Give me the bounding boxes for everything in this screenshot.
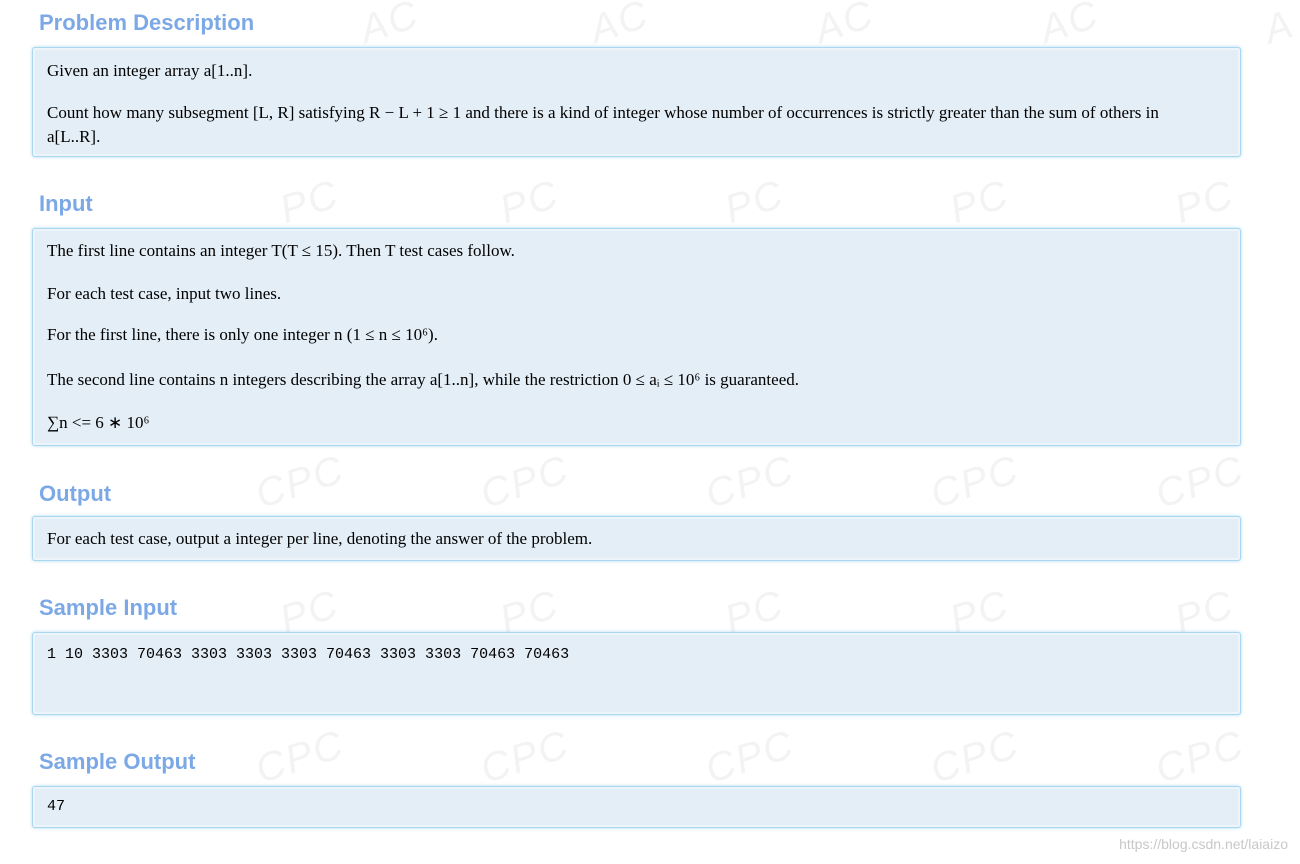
watermark: AC: [809, 0, 880, 53]
watermark: CPC: [925, 447, 1025, 517]
watermark: PC: [274, 171, 345, 233]
source-credit: https://blog.csdn.net/laiaizo: [1119, 836, 1288, 852]
sample-output-text: 47: [47, 798, 66, 815]
watermark: A: [1258, 1, 1300, 53]
watermark: CPC: [475, 722, 575, 792]
input-line: The second line contains n integers desc…: [47, 370, 799, 389]
watermark: CPC: [250, 722, 350, 792]
sample-output-title: Sample Output: [39, 749, 196, 774]
sample-input-title: Sample Input: [39, 595, 178, 620]
input-box: The first line contains an integer T(T ≤…: [32, 228, 1241, 446]
description-line: Count how many subsegment [L, R] satisfy…: [47, 103, 1159, 122]
input-line: The first line contains an integer T(T ≤…: [47, 241, 515, 260]
output-title: Output: [39, 481, 112, 506]
description-line: Given an integer array a[1..n].: [47, 61, 253, 80]
watermark: AC: [354, 0, 425, 53]
watermark: PC: [1169, 171, 1240, 233]
watermark: CPC: [700, 722, 800, 792]
watermark: AC: [584, 0, 655, 53]
description-line: a[L..R].: [47, 127, 101, 146]
watermark: PC: [944, 171, 1015, 233]
problem-description-box: Given an integer array a[1..n]. Count ho…: [32, 47, 1241, 157]
watermark: CPC: [925, 722, 1025, 792]
watermark: PC: [719, 171, 790, 233]
watermark: CPC: [700, 447, 800, 517]
input-line: For each test case, input two lines.: [47, 284, 282, 303]
sample-output-box: 47: [32, 786, 1241, 828]
watermark: CPC: [250, 447, 350, 517]
sample-input-text: 1 10 3303 70463 3303 3303 3303 70463 330…: [47, 646, 570, 663]
sample-input-box: 1 10 3303 70463 3303 3303 3303 70463 330…: [32, 632, 1241, 715]
watermark: CPC: [1150, 447, 1250, 517]
watermark: CPC: [1150, 722, 1250, 792]
watermark: AC: [1034, 0, 1105, 53]
input-title: Input: [39, 191, 93, 216]
input-line: ∑n <= 6 ∗ 10⁶: [47, 413, 150, 432]
output-box: For each test case, output a integer per…: [32, 516, 1241, 561]
watermark: CPC: [475, 447, 575, 517]
problem-description-title: Problem Description: [39, 10, 255, 35]
input-line: For the first line, there is only one in…: [47, 325, 438, 344]
output-line: For each test case, output a integer per…: [47, 529, 593, 548]
watermark: PC: [494, 171, 565, 233]
